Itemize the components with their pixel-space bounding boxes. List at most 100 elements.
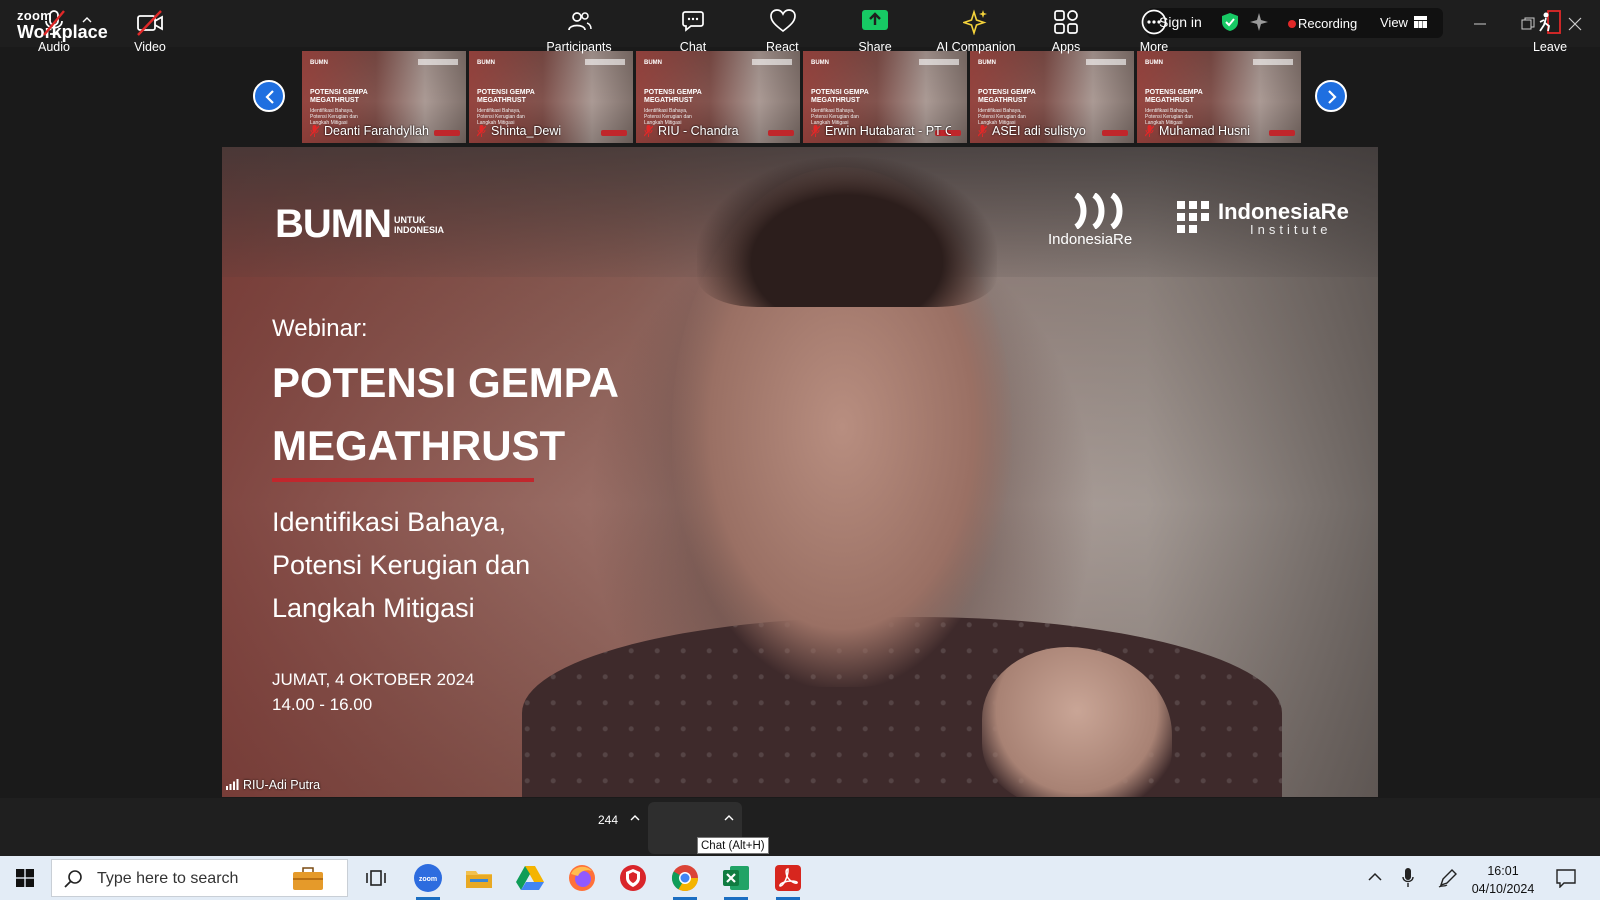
participant-name-text: ASEI adi sulistyo: [992, 124, 1086, 138]
acrobat-icon: [775, 865, 801, 891]
chevron-left-icon: [265, 90, 274, 104]
windows-start-icon[interactable]: [16, 869, 34, 887]
google-drive-icon[interactable]: [514, 862, 546, 894]
slide-subtitle: Identifikasi Bahaya, Potensi Kerugian da…: [272, 501, 612, 630]
slide-date-line: JUMAT, 4 OKTOBER 2024: [272, 670, 475, 689]
file-explorer-icon[interactable]: [463, 862, 495, 894]
share-button[interactable]: Share: [846, 0, 904, 58]
slide-title: POTENSI GEMPA MEGATHRUST: [272, 351, 692, 477]
clock-date: 04/10/2024: [1471, 882, 1535, 896]
slide-title-line-1: POTENSI GEMPA: [272, 359, 619, 406]
participant-thumbnail[interactable]: BUMN POTENSI GEMPA MEGATHRUST Identifika…: [970, 51, 1134, 143]
chevron-right-icon: [1328, 90, 1337, 104]
participant-thumbnail[interactable]: BUMN POTENSI GEMPA MEGATHRUST Identifika…: [302, 51, 466, 143]
sparkle-icon[interactable]: [1250, 13, 1268, 31]
briefcase-icon: [293, 867, 323, 890]
share-label: Share: [858, 40, 892, 54]
heart-icon: [770, 9, 796, 33]
chat-options-chevron-up-icon[interactable]: [724, 814, 734, 822]
participant-thumbnail[interactable]: BUMN POTENSI GEMPA MEGATHRUST Identifika…: [469, 51, 633, 143]
thumbnail-logo-text: BUMN: [811, 60, 829, 66]
chat-button[interactable]: Chat: [666, 0, 720, 58]
chrome-taskbar-app[interactable]: [669, 862, 701, 900]
tray-microphone-icon[interactable]: [1402, 868, 1414, 888]
excel-taskbar-app[interactable]: [720, 862, 752, 900]
audio-label: Audio: [38, 40, 70, 54]
chat-label: Chat: [679, 40, 707, 54]
task-view-icon[interactable]: [360, 862, 392, 894]
excel-icon: [723, 866, 749, 890]
ai-sparkle-icon: [963, 9, 987, 35]
bumn-logo: BUMN: [275, 202, 392, 246]
slide-time-line: 14.00 - 16.00: [272, 695, 373, 714]
participant-thumbnail[interactable]: BUMN POTENSI GEMPA MEGATHRUST Identifika…: [636, 51, 800, 143]
tray-chevron-up-icon[interactable]: [1368, 872, 1382, 882]
taskbar-search-box[interactable]: Type here to search: [51, 859, 348, 897]
filmstrip-prev-button[interactable]: [253, 80, 285, 112]
grid-view-icon[interactable]: [1414, 16, 1427, 28]
slide-subtitle-line-2: Potensi Kerugian dan: [272, 550, 531, 580]
participant-name: Erwin Hutabarat - PT C...: [811, 124, 951, 138]
thumbnail-logo-text: BUMN: [477, 60, 495, 66]
thumbnail-logo-text: BUMN: [310, 60, 328, 66]
security-app-icon[interactable]: [617, 862, 649, 894]
participant-name-text: Deanti Farahdyllah: [324, 124, 429, 138]
participant-name: ASEI adi sulistyo: [978, 124, 1086, 138]
participant-name-text: Muhamad Husni: [1159, 124, 1251, 138]
firefox-icon[interactable]: [566, 862, 598, 894]
participant-thumbnail[interactable]: BUMN POTENSI GEMPA MEGATHRUST Identifika…: [803, 51, 967, 143]
active-speaker-video[interactable]: BUMN UNTUK INDONESIA IndonesiaRe Indones…: [222, 147, 1378, 797]
tray-pen-icon[interactable]: [1438, 868, 1458, 888]
thumbnail-live-badge: [768, 130, 794, 136]
zoom-app-icon: zoom: [414, 864, 442, 892]
video-button[interactable]: Video: [120, 0, 180, 58]
participant-name-text: Shinta_Dewi: [491, 124, 562, 138]
taskbar-clock[interactable]: 16:01 04/10/2024: [1464, 862, 1542, 898]
windows-taskbar: Type here to search zoom 16:01 04/10/202…: [0, 856, 1600, 900]
apps-button[interactable]: Apps: [1038, 0, 1094, 58]
active-speaker-name-text: RIU-Adi Putra: [243, 778, 321, 792]
thumbnail-slide-title: POTENSI GEMPA MEGATHRUST: [811, 89, 869, 104]
filmstrip-next-button[interactable]: [1315, 80, 1347, 112]
slide-subtitle-line-1: Identifikasi Bahaya,: [272, 507, 507, 537]
thumbnail-live-badge: [434, 130, 460, 136]
notification-center-icon[interactable]: [1556, 868, 1576, 888]
minimize-button[interactable]: [1466, 10, 1494, 36]
zoom-taskbar-app[interactable]: zoom: [412, 862, 444, 900]
thumbnail-partner-logo: [752, 59, 792, 65]
participant-name: Deanti Farahdyllah: [310, 124, 429, 138]
audio-button[interactable]: Audio: [24, 0, 84, 58]
view-button[interactable]: View: [1380, 15, 1408, 30]
thumbnail-logo-text: BUMN: [1145, 60, 1163, 66]
thumbnail-slide-title: POTENSI GEMPA MEGATHRUST: [644, 89, 702, 104]
more-button[interactable]: More: [1126, 0, 1182, 58]
react-button[interactable]: React: [754, 0, 812, 58]
mic-muted-icon: [43, 10, 65, 36]
indonesiare-logo-icon: [1074, 193, 1123, 229]
apps-grid-icon: [1054, 10, 1078, 34]
thumbnail-logo-text: BUMN: [978, 60, 996, 66]
participant-thumbnail[interactable]: BUMN POTENSI GEMPA MEGATHRUST Identifika…: [1137, 51, 1301, 143]
participants-options-chevron-up-icon[interactable]: [630, 814, 640, 822]
recording-status[interactable]: Recording: [1298, 16, 1357, 31]
active-speaker-name: RIU-Adi Putra: [226, 778, 320, 792]
thumbnail-partner-logo: [1086, 59, 1126, 65]
search-icon: [64, 870, 82, 888]
shield-check-icon[interactable]: [1222, 13, 1238, 31]
thumbnail-live-badge: [1269, 130, 1295, 136]
participant-name-text: RIU - Chandra: [658, 124, 739, 138]
slide-title-underline: [272, 478, 534, 482]
ai-companion-button[interactable]: AI Companion: [928, 0, 1024, 58]
participants-button[interactable]: Participants: [540, 0, 618, 58]
audio-options-chevron-up-icon[interactable]: [82, 16, 92, 24]
leave-button[interactable]: Leave: [1524, 0, 1576, 58]
thumbnail-slide-title: POTENSI GEMPA MEGATHRUST: [310, 89, 368, 104]
acrobat-taskbar-app[interactable]: [772, 862, 804, 900]
participants-label: Participants: [546, 40, 612, 54]
bumn-logo-subtitle: UNTUK INDONESIA: [394, 215, 444, 235]
participant-name: Shinta_Dewi: [477, 124, 561, 138]
video-label: Video: [134, 40, 166, 54]
indonesiare-institute-logo-text: IndonesiaRe: [1218, 199, 1349, 224]
bumn-sub-line-1: UNTUK: [394, 215, 426, 225]
slide-kicker: Webinar:: [272, 315, 368, 342]
